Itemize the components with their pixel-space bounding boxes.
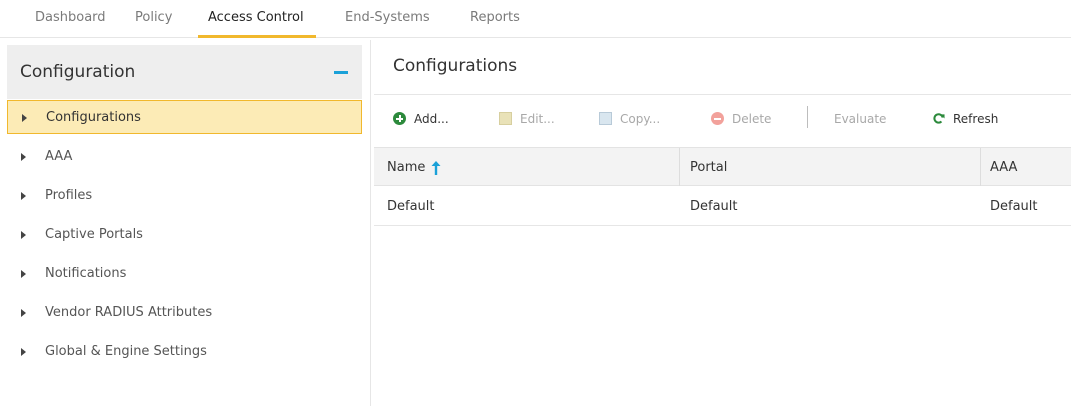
refresh-icon xyxy=(933,113,945,124)
add-label: Add... xyxy=(414,112,449,126)
tree-item-profiles[interactable]: Profiles xyxy=(7,179,362,213)
configurations-table: Name Portal AAA Default Default Default xyxy=(374,147,1071,226)
expand-arrow-icon[interactable] xyxy=(21,192,26,200)
refresh-label: Refresh xyxy=(953,112,999,126)
panel-divider[interactable] xyxy=(370,40,371,406)
delete-button[interactable]: Delete xyxy=(711,109,786,129)
configuration-panel: Configuration Configurations AAA Profile… xyxy=(7,45,362,406)
cell-name: Default xyxy=(387,199,435,214)
tree-item-label: Notifications xyxy=(45,266,127,281)
copy-icon xyxy=(599,112,612,125)
refresh-button[interactable]: Refresh xyxy=(932,109,1022,129)
expand-arrow-icon[interactable] xyxy=(22,114,27,122)
tree-item-aaa[interactable]: AAA xyxy=(7,140,362,174)
column-header-name[interactable]: Name xyxy=(387,160,425,175)
tree-item-vendor-radius-attributes[interactable]: Vendor RADIUS Attributes xyxy=(7,296,362,330)
tree-item-label: Vendor RADIUS Attributes xyxy=(45,305,213,320)
edit-button[interactable]: Edit... xyxy=(499,109,569,129)
column-resize-handle[interactable] xyxy=(980,148,981,186)
column-header-aaa[interactable]: AAA xyxy=(990,160,1017,175)
edit-icon xyxy=(499,112,512,125)
expand-arrow-icon[interactable] xyxy=(21,348,26,356)
tree-item-label: Configurations xyxy=(46,110,141,125)
column-resize-handle[interactable] xyxy=(679,148,680,186)
tab-reports[interactable]: Reports xyxy=(470,8,520,38)
cell-portal: Default xyxy=(690,199,738,214)
tree-item-label: Captive Portals xyxy=(45,227,143,242)
evaluate-label: Evaluate xyxy=(834,112,887,126)
toolbar: Add... Edit... Copy... Delete Evaluate R… xyxy=(374,100,1071,136)
expand-arrow-icon[interactable] xyxy=(21,309,26,317)
tree-item-captive-portals[interactable]: Captive Portals xyxy=(7,218,362,252)
tree-item-configurations[interactable]: Configurations xyxy=(7,100,362,134)
toolbar-separator xyxy=(807,106,808,128)
edit-label: Edit... xyxy=(520,112,555,126)
delete-label: Delete xyxy=(732,112,772,126)
tab-access-control[interactable]: Access Control xyxy=(198,8,316,38)
tree-item-notifications[interactable]: Notifications xyxy=(7,257,362,291)
tree-item-label: Profiles xyxy=(45,188,93,203)
tree-item-label: AAA xyxy=(45,149,73,164)
tab-policy[interactable]: Policy xyxy=(135,8,172,38)
tab-dashboard[interactable]: Dashboard xyxy=(35,8,106,38)
delete-icon xyxy=(711,112,724,125)
cell-aaa: Default xyxy=(990,199,1038,214)
panel-title: Configuration xyxy=(20,62,136,82)
panel-header: Configuration xyxy=(7,45,362,99)
table-header: Name Portal AAA xyxy=(374,147,1071,186)
tab-end-systems[interactable]: End-Systems xyxy=(345,8,430,38)
add-icon xyxy=(393,112,406,125)
table-row[interactable]: Default Default Default xyxy=(374,186,1071,226)
collapse-icon[interactable] xyxy=(334,71,348,74)
title-divider xyxy=(374,94,1071,95)
add-button[interactable]: Add... xyxy=(393,109,468,129)
expand-arrow-icon[interactable] xyxy=(21,270,26,278)
expand-arrow-icon[interactable] xyxy=(21,153,26,161)
expand-arrow-icon[interactable] xyxy=(21,231,26,239)
sort-ascending-icon[interactable] xyxy=(431,161,441,175)
column-header-portal[interactable]: Portal xyxy=(690,160,727,175)
tree-item-global-engine-settings[interactable]: Global & Engine Settings xyxy=(7,335,362,369)
tree-item-label: Global & Engine Settings xyxy=(45,344,207,359)
top-navigation: Dashboard Policy Access Control End-Syst… xyxy=(0,0,1071,38)
page-title: Configurations xyxy=(393,56,518,76)
copy-label: Copy... xyxy=(620,112,661,126)
evaluate-button[interactable]: Evaluate xyxy=(813,109,893,129)
copy-button[interactable]: Copy... xyxy=(599,109,679,129)
